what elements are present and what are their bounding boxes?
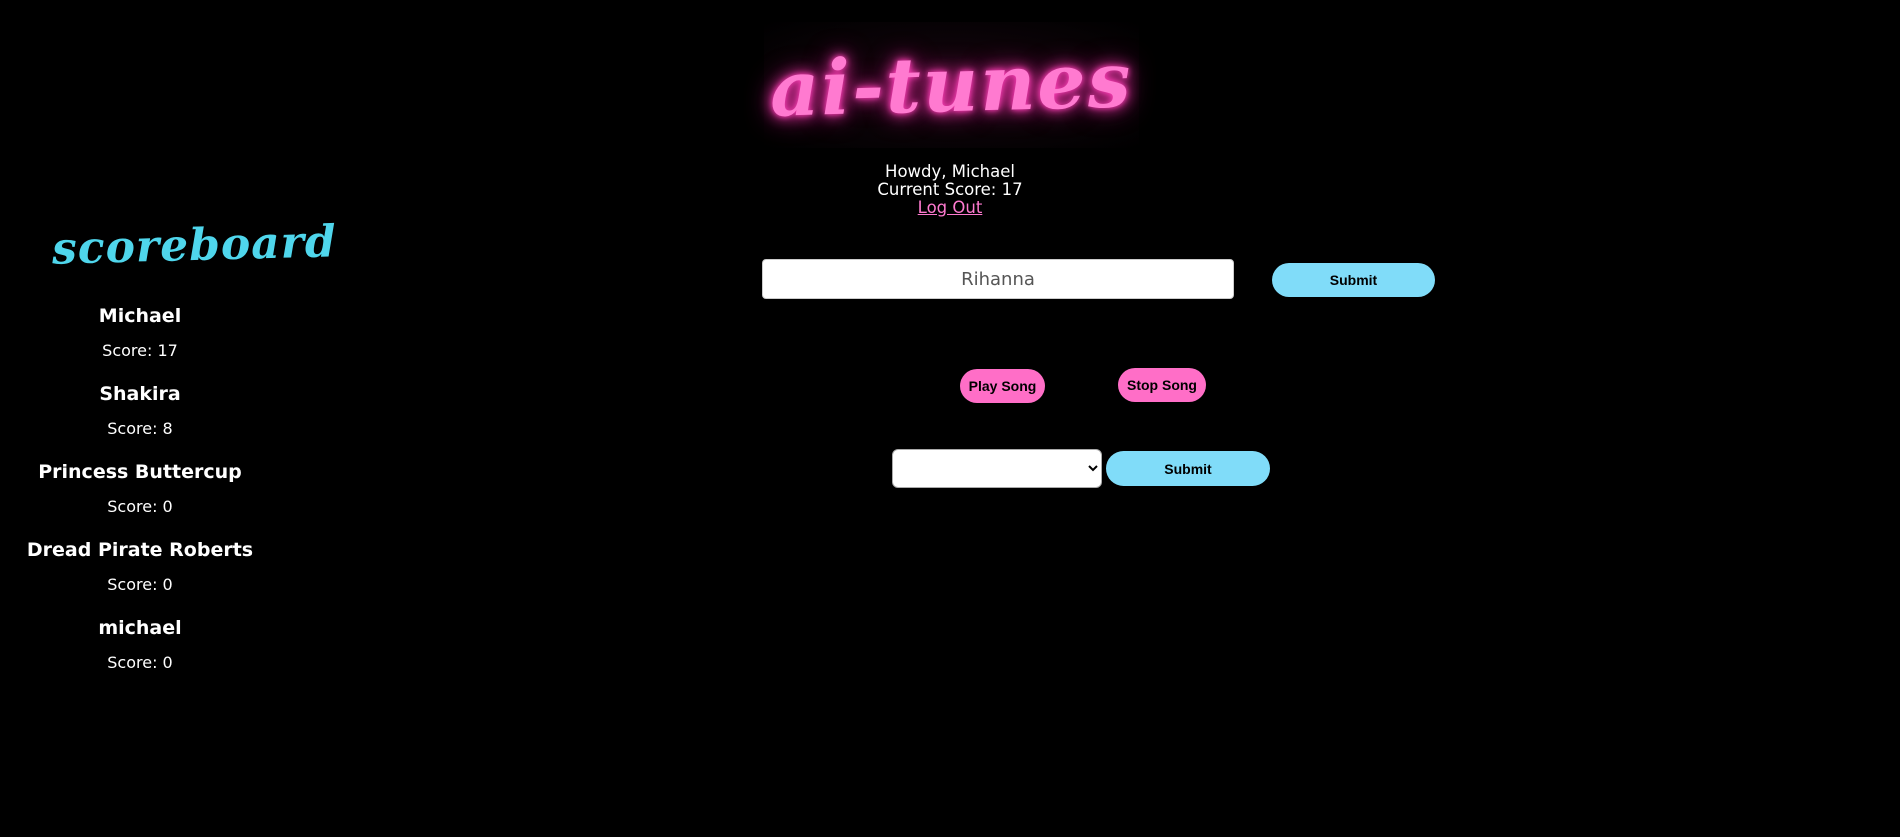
player-name: Dread Pirate Roberts: [26, 539, 254, 561]
player-name: Michael: [98, 305, 182, 327]
list-item: Dread Pirate Roberts Score: 0: [0, 536, 280, 614]
user-greeting-block: Howdy, Michael Current Score: 17 Log Out: [760, 163, 1140, 217]
player-score: Score: 0: [107, 497, 173, 516]
greeting-text: Howdy, Michael: [885, 162, 1015, 181]
stop-song-button[interactable]: Stop Song: [1118, 368, 1206, 402]
current-score-text: Current Score: 17: [877, 180, 1023, 199]
logout-link[interactable]: Log Out: [918, 198, 983, 217]
player-score: Score: 0: [107, 575, 173, 594]
player-name: Princess Buttercup: [38, 461, 242, 483]
page: ai-tunes Howdy, Michael Current Score: 1…: [0, 0, 1900, 837]
list-item: Shakira Score: 8: [0, 380, 280, 458]
list-item: michael Score: 0: [0, 614, 280, 692]
logo-text: ai-tunes: [769, 35, 1134, 134]
player-name: Shakira: [99, 383, 181, 405]
player-score: Score: 8: [107, 419, 173, 438]
answer-select[interactable]: [892, 449, 1102, 488]
play-song-button[interactable]: Play Song: [960, 369, 1045, 403]
answer-submit-button[interactable]: Submit: [1106, 451, 1270, 486]
scoreboard-title: scoreboard: [51, 216, 338, 275]
player-score: Score: 17: [102, 341, 178, 360]
list-item: Michael Score: 17: [0, 302, 280, 380]
artist-guess-input[interactable]: [762, 259, 1234, 299]
app-logo: ai-tunes: [764, 22, 1139, 148]
guess-submit-button[interactable]: Submit: [1272, 263, 1435, 297]
list-item: Princess Buttercup Score: 0: [0, 458, 280, 536]
player-name: michael: [98, 617, 182, 639]
scoreboard-list: Michael Score: 17 Shakira Score: 8 Princ…: [0, 302, 280, 692]
player-score: Score: 0: [107, 653, 173, 672]
